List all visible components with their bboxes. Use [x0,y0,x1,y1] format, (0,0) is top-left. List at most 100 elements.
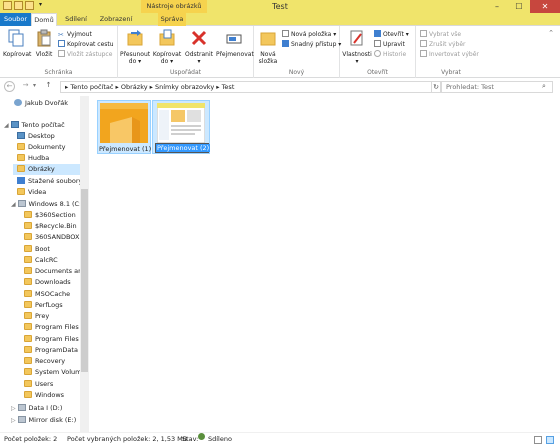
select-group: Vybrat vše Zrušit výběr Invertovat výběr… [416,26,486,78]
file-list[interactable]: Přejmenovat (1) Přejmenovat (2) [89,96,560,432]
copy-to-icon [159,29,175,46]
select-all-button[interactable]: Vybrat vše [420,30,461,39]
folder-icon [24,391,32,398]
tab-manage[interactable]: Správa [158,13,186,26]
nav-user[interactable]: Jakub Dvořák [14,98,68,109]
rename-input[interactable]: Přejmenovat (2) [155,143,211,153]
nav-folder-downloads[interactable]: Downloads [24,277,71,288]
nav-scrollbar-thumb[interactable] [81,189,88,372]
move-to-button[interactable]: Přesunout do ▾ [120,29,150,65]
copy-to-button[interactable]: Kopírovat do ▾ [152,29,182,65]
address-bar[interactable]: ▸ Tento počítač ▸ Obrázky ▸ Snímky obraz… [60,81,432,93]
copy-icon [8,29,24,47]
nav-folder-windows[interactable]: Windows [24,390,64,401]
paste-button[interactable]: Vložit [32,29,56,58]
tab-view[interactable]: Zobrazení [96,13,136,26]
edit-button[interactable]: Upravit [374,40,405,49]
invert-selection-button[interactable]: Invertovat výběr [420,50,479,59]
refresh-icon[interactable]: ↻ [432,81,441,93]
nav-folder-program-files[interactable]: Program Files [24,322,79,333]
music-icon [17,154,25,161]
desktop-icon [17,132,25,139]
file-item[interactable]: Přejmenovat (1) [97,100,151,154]
nav-videos[interactable]: Videa [17,187,46,198]
move-to-icon [127,30,143,46]
videos-icon [17,188,25,195]
properties-button[interactable]: Vlastnosti ▾ [342,29,372,65]
history-button[interactable]: Historie [374,50,406,59]
folder-icon [24,368,32,375]
recent-locations-icon[interactable]: ▾ [33,82,36,89]
copy-path-button[interactable]: Kopírovat cestu [58,40,114,49]
nav-drive-c[interactable]: ◢ Windows 8.1 (C:) [11,199,84,210]
open-group-label: Otevřít [367,69,388,76]
paste-shortcut-icon [58,50,65,57]
cut-button[interactable]: ✂ Vyjmout [58,30,92,39]
nav-desktop[interactable]: Desktop [17,131,55,142]
search-icon[interactable]: ⌕ [542,82,546,91]
folder-icon [24,301,32,308]
status-bar: Počet položek: 2 Počet vybraných položek… [0,432,560,447]
details-view-icon[interactable] [534,436,542,444]
search-input[interactable]: Prohledat: Test [441,81,553,93]
nav-folder-prey[interactable]: Prey [24,311,49,322]
nav-folder-perflogs[interactable]: PerfLogs [24,300,63,311]
tab-share[interactable]: Sdílení [62,13,90,26]
nav-folder-calcrc[interactable]: CalcRC [24,255,58,266]
folder-icon [24,323,32,330]
minimize-button[interactable]: – [486,0,508,13]
drive-icon [17,200,26,207]
nav-folder-boot[interactable]: Boot [24,244,50,255]
open-icon [374,30,381,37]
folder-icon [24,233,32,240]
copy-path-icon [58,40,65,47]
nav-folder-msocache[interactable]: MSOCache [24,289,70,300]
paste-icon [37,29,51,47]
maximize-button[interactable]: ☐ [508,0,530,13]
new-item-button[interactable]: Nová položka ▾ [282,30,336,39]
delete-icon [191,30,207,46]
nav-music[interactable]: Hudba [17,153,49,164]
close-button[interactable]: ✕ [530,0,560,13]
documents-icon [17,143,25,150]
selection-info: Počet vybraných položek: 2, 1,53 MB [67,435,188,443]
large-icons-view-icon[interactable] [546,436,554,444]
new-folder-button[interactable]: Nová složka [256,29,280,65]
tab-home[interactable]: Domů [31,13,57,27]
rename-button[interactable]: Přejmenovat [216,29,254,58]
nav-drive-e[interactable]: ▷ Mirror disk (E:) [11,415,76,426]
forward-button[interactable]: → [20,81,31,92]
nav-folder-360sandbox[interactable]: 360SANDBOX [24,232,79,243]
nav-folder-recovery[interactable]: Recovery [24,356,65,367]
history-icon [374,50,381,57]
new-folder-icon [260,32,276,46]
folder-icon [24,211,32,218]
select-group-label: Vybrat [441,69,461,76]
tab-file[interactable]: Soubor [0,13,31,26]
nav-documents[interactable]: Dokumenty [17,142,66,153]
nav-pictures[interactable]: Obrázky [13,164,80,175]
image-thumbnail [100,103,148,143]
easy-access-icon [282,40,289,47]
nav-folder-360section[interactable]: $360Section [24,210,76,221]
nav-folder-programdata[interactable]: ProgramData [24,345,78,356]
select-none-button[interactable]: Zrušit výběr [420,40,466,49]
window-title: Test [272,2,288,11]
back-button[interactable]: ← [4,81,15,92]
folder-icon [24,346,32,353]
easy-access-button[interactable]: Snadný přístup ▾ [282,40,341,49]
up-button[interactable]: ↑ [43,81,54,92]
rename-icon [226,34,242,44]
nav-downloads-user[interactable]: Stažené soubory [17,176,82,187]
nav-this-pc[interactable]: ◢ Tento počítač [4,120,65,131]
open-button[interactable]: Otevřít ▾ [374,30,409,39]
nav-folder-users[interactable]: Users [24,379,53,390]
folder-icon [24,245,32,252]
folder-icon [24,290,32,297]
ribbon-collapse-icon[interactable]: ⌃ [548,29,554,37]
nav-drive-d[interactable]: ▷ Data I (D:) [11,403,62,414]
delete-button[interactable]: Odstranit ▾ [184,29,214,65]
nav-folder-recycle-bin[interactable]: $Recycle.Bin [24,221,77,232]
copy-button[interactable]: Kopírovat [3,29,31,58]
paste-shortcut-button[interactable]: Vložit zástupce [58,50,112,59]
